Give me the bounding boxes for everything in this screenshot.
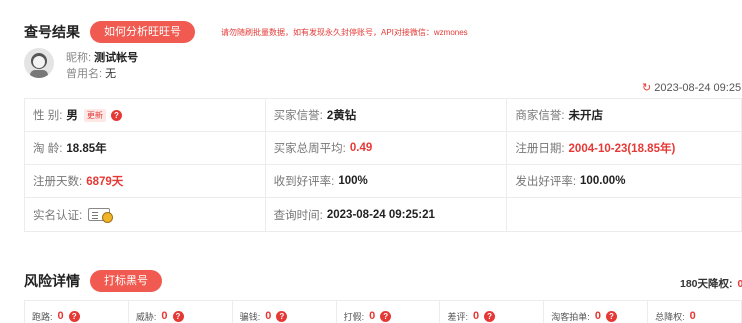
downgrade-180-summary: 180天降权: 0: [680, 276, 742, 291]
former-name-value: 无: [105, 68, 117, 80]
help-icon[interactable]: ?: [484, 310, 496, 322]
reg-date-cell: 注册日期: 2004-10-23(18.85年): [507, 132, 742, 165]
downgrade-value: 0: [737, 278, 742, 290]
query-time-label: 查询时间:: [273, 209, 323, 222]
realname-cell: 实名认证:: [25, 198, 266, 232]
sent-rate-label: 发出好评率:: [515, 176, 577, 188]
empty-cell: [507, 198, 742, 232]
risk-item-bad-review: 差评: 0 ?: [440, 301, 545, 323]
risk-value: 0: [161, 310, 168, 322]
risk-label: 总降权:: [655, 311, 685, 322]
risk-label: 差评:: [447, 311, 468, 322]
nickname-label: 昵称:: [66, 52, 92, 64]
info-row: 注册天数: 6879天 收到好评率: 100% 发出好评率: 100.00%: [25, 165, 742, 198]
risk-value: 0: [472, 310, 480, 322]
risk-item-taoke: 淘客拍单: 0 ?: [544, 301, 649, 323]
info-row: 实名认证: 查询时间: 2023-08-24 09:25:21: [25, 198, 742, 232]
seller-credit-label: 商家信誉:: [515, 110, 565, 122]
nickname-row: 昵称: 测试帐号: [66, 50, 138, 66]
risk-item-run: 跑路: 0 ?: [25, 301, 129, 323]
help-icon[interactable]: ?: [605, 310, 617, 322]
reg-days-cell: 注册天数: 6879天: [25, 165, 266, 198]
risk-title: 风险详情: [24, 273, 80, 289]
profile-block: 昵称: 测试帐号 曾用名: 无: [24, 48, 138, 82]
risk-item-total-downgrade: 总降权: 0: [648, 301, 742, 323]
help-icon[interactable]: ?: [380, 310, 392, 322]
risk-label: 淘客拍单:: [551, 311, 590, 322]
risk-value: 0: [57, 310, 64, 322]
notice-text: 请勿随刷批量数据，如有发现永久封停账号，API对接微信：wzmones: [221, 27, 468, 37]
risk-value: 0: [265, 310, 272, 322]
taoling-value: 18.85年: [66, 143, 107, 155]
gender-cell: 性 别: 男 更新 ?: [25, 99, 266, 132]
risk-label: 跑路:: [32, 311, 53, 322]
reg-days-value: 6879天: [86, 176, 124, 188]
risk-label: 威胁:: [135, 311, 157, 322]
former-name-label: 曾用名:: [66, 68, 103, 80]
buyer-credit-cell: 买家信誉: 2黄钻: [265, 99, 508, 132]
reg-days-label: 注册天数:: [33, 176, 83, 188]
help-icon[interactable]: ?: [172, 310, 184, 322]
buyer-credit-label: 买家信誉:: [273, 110, 323, 122]
weekly-avg-cell: 买家总周平均: 0.49: [265, 132, 508, 165]
help-icon[interactable]: ?: [276, 310, 288, 322]
mark-black-button[interactable]: 打标黑号: [90, 270, 162, 292]
info-row: 性 别: 男 更新 ? 买家信誉: 2黄钻 商家信誉: 未开店: [25, 99, 742, 132]
help-icon[interactable]: ?: [110, 109, 122, 121]
risk-label: 骗钱:: [239, 311, 261, 322]
recv-rate-cell: 收到好评率: 100%: [265, 165, 508, 198]
help-icon[interactable]: ?: [68, 310, 80, 322]
taoling-label: 淘 龄:: [33, 143, 63, 155]
risk-value: 0: [689, 310, 696, 322]
weekly-avg-label: 买家总周平均:: [273, 143, 346, 155]
risk-label: 打假:: [343, 311, 365, 322]
reg-date-label: 注册日期:: [515, 143, 565, 155]
refresh-timestamp[interactable]: ↻ 2023-08-24 09:25:2: [642, 81, 742, 95]
avatar: [24, 48, 54, 78]
avatar-icon: [30, 53, 48, 78]
info-row: 淘 龄: 18.85年 买家总周平均: 0.49 注册日期: 2004-10-2…: [25, 132, 742, 165]
result-header: 查号结果 如何分析旺旺号 请勿随刷批量数据，如有发现永久封停账号，API对接微信…: [24, 21, 468, 43]
risk-item-threat: 威胁: 0 ?: [129, 301, 233, 323]
recv-rate-label: 收到好评率:: [273, 176, 335, 188]
analyze-account-button[interactable]: 如何分析旺旺号: [90, 21, 195, 43]
gender-label: 性 别:: [33, 110, 63, 122]
downgrade-label: 180天降权:: [680, 278, 733, 290]
risk-item-scam: 骗钱: 0 ?: [233, 301, 337, 323]
risk-value: 0: [369, 310, 376, 322]
seller-credit-cell: 商家信誉: 未开店: [507, 99, 742, 132]
taoling-cell: 淘 龄: 18.85年: [25, 132, 266, 165]
nickname-value: 测试帐号: [94, 52, 139, 64]
sent-rate-cell: 发出好评率: 100.00%: [507, 165, 742, 198]
info-table: 性 别: 男 更新 ? 买家信誉: 2黄钻 商家信誉: 未开店 淘 龄: 18.…: [24, 98, 742, 232]
update-badge[interactable]: 更新: [83, 108, 106, 122]
buyer-credit-value: 2黄钻: [326, 110, 357, 122]
query-time-cell: 查询时间: 2023-08-24 09:25:21: [265, 198, 508, 232]
former-name-row: 曾用名: 无: [66, 66, 138, 82]
sent-rate-value: 100.00%: [580, 175, 626, 187]
realname-label: 实名认证:: [33, 209, 83, 222]
id-card-verified-icon: [88, 208, 114, 223]
risk-table: 跑路: 0 ? 威胁: 0 ? 骗钱: 0 ? 打假: 0 ? 差评: 0 ? …: [24, 300, 742, 323]
timestamp-text: 2023-08-24 09:25:2: [654, 81, 742, 94]
risk-header: 风险详情 打标黑号: [24, 270, 162, 292]
query-time-value: 2023-08-24 09:25:21: [326, 208, 435, 221]
seller-credit-value: 未开店: [568, 110, 604, 122]
page-title: 查号结果: [24, 24, 80, 40]
risk-value: 0: [594, 310, 601, 322]
weekly-avg-value: 0.49: [349, 142, 373, 154]
reg-date-value: 2004-10-23(18.85年): [568, 143, 676, 155]
gender-value: 男: [66, 110, 78, 122]
risk-item-counterfeit: 打假: 0 ?: [337, 301, 441, 323]
recv-rate-value: 100%: [338, 175, 368, 187]
refresh-icon[interactable]: ↻: [642, 81, 651, 94]
